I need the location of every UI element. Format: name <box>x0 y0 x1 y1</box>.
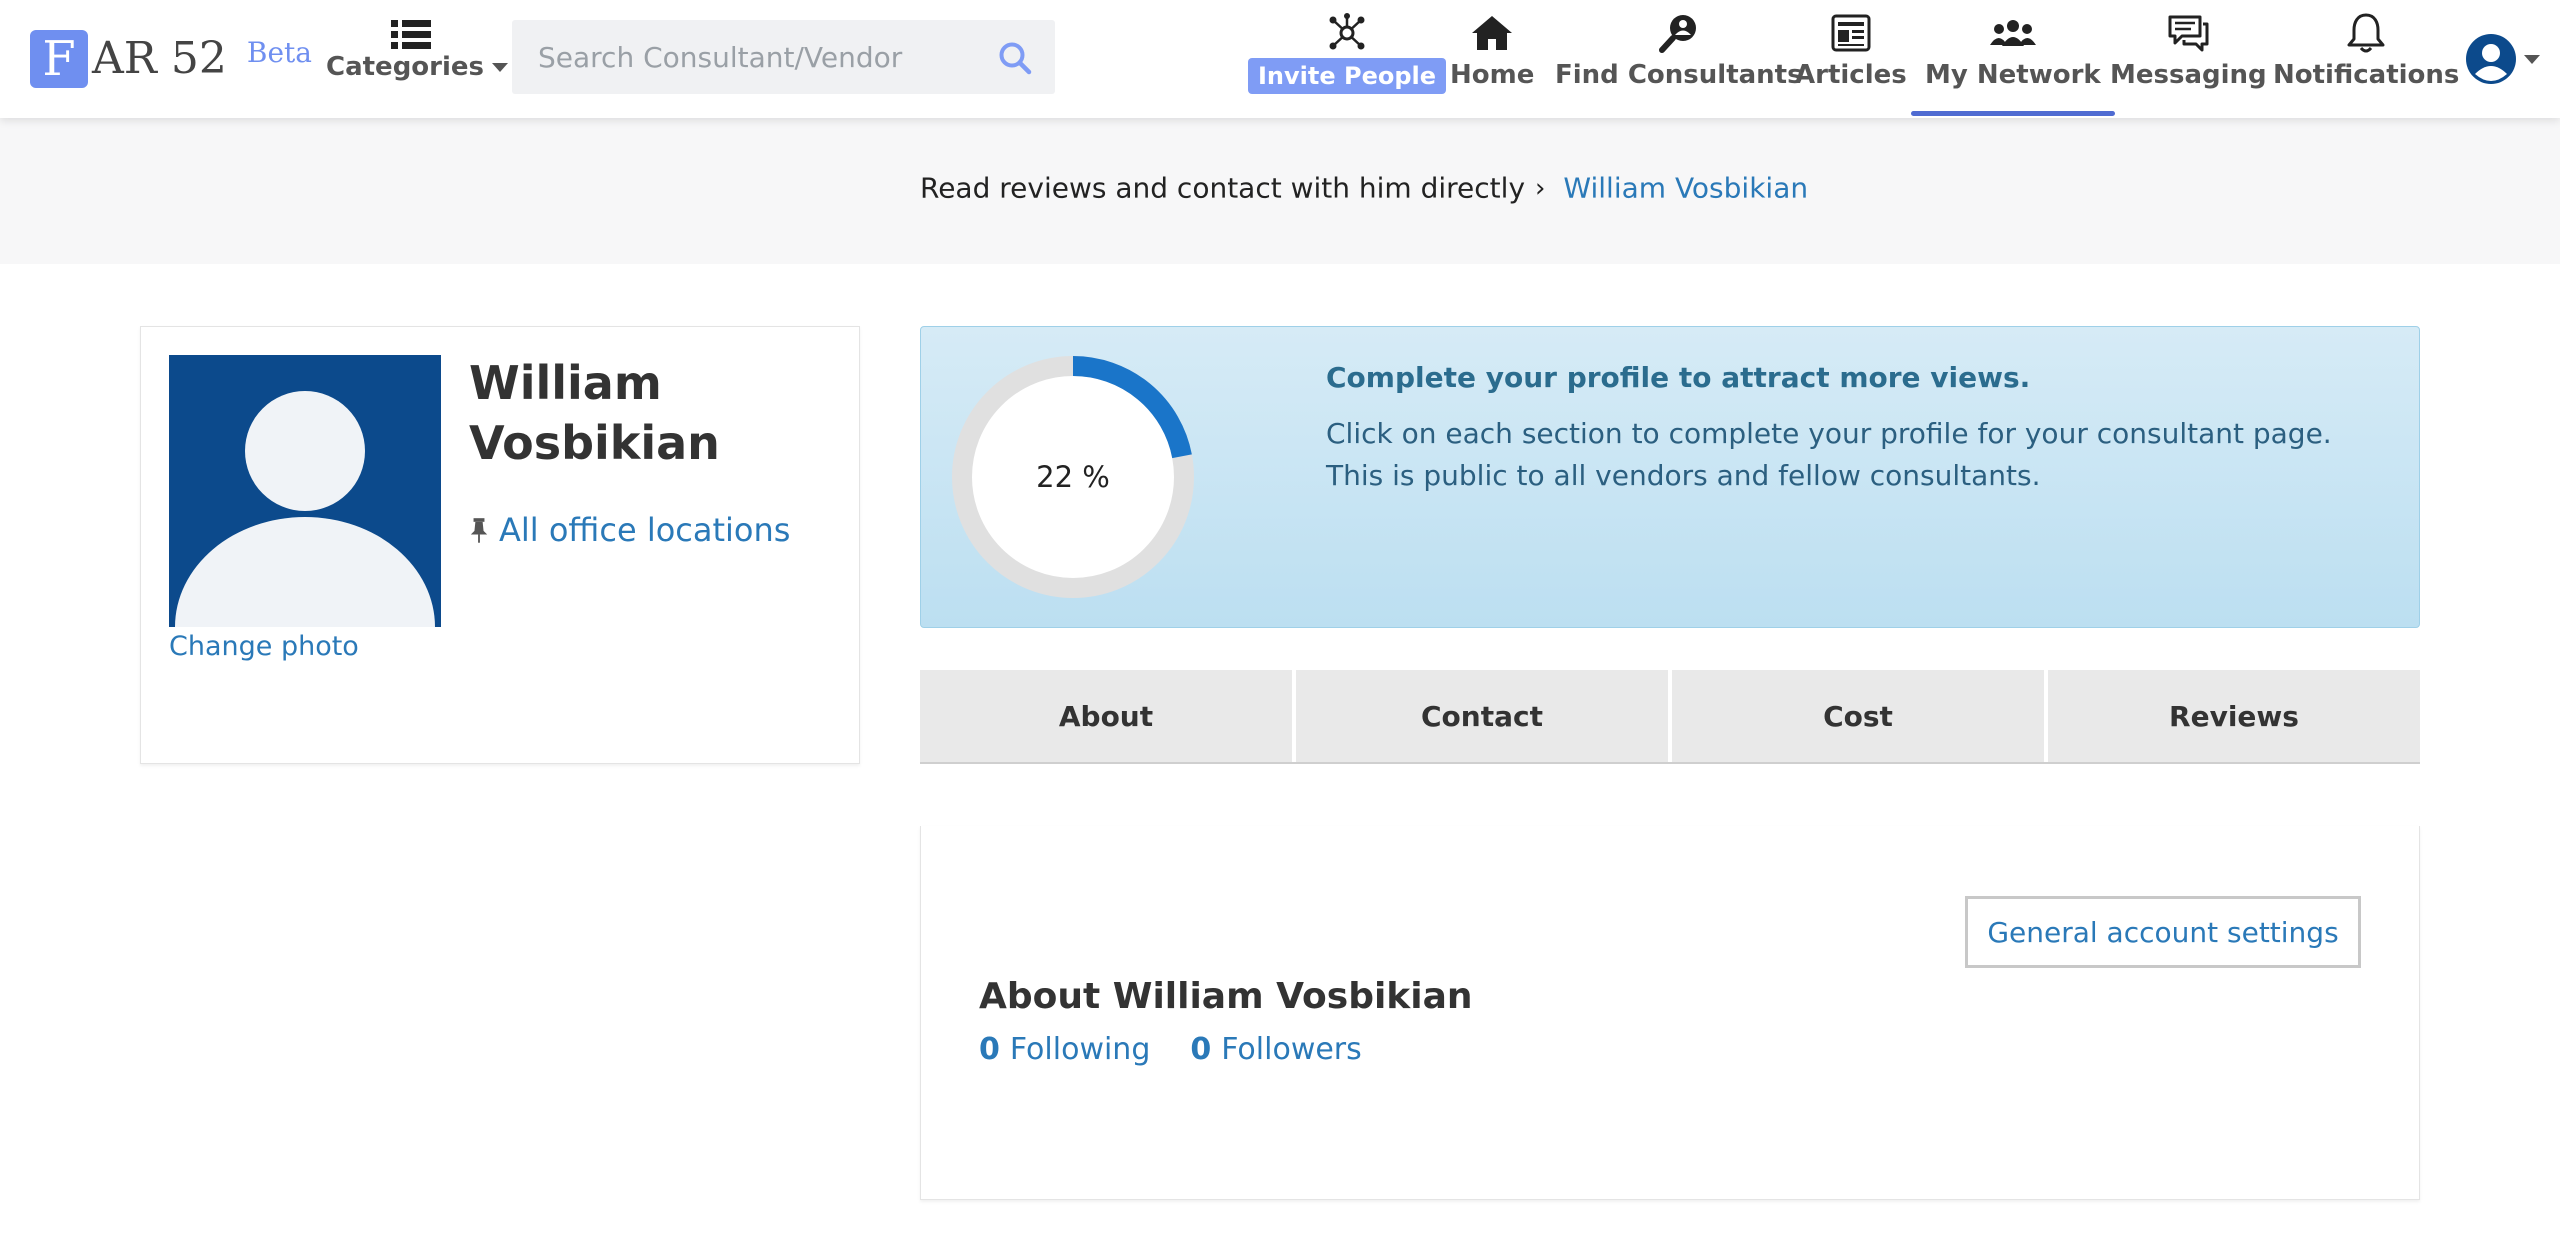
nav-my-network[interactable]: My Network <box>1911 12 2115 116</box>
general-account-settings-button[interactable]: General account settings <box>1965 896 2361 968</box>
people-icon <box>1989 20 2036 46</box>
profile-name: William Vosbikian <box>469 356 720 470</box>
following-link[interactable]: 0 Following <box>979 1032 1150 1067</box>
follow-stats: 0 Following 0 Followers <box>979 1032 1402 1067</box>
profile-card: Change photo William Vosbikian All offic… <box>140 326 860 764</box>
change-photo-link[interactable]: Change photo <box>169 631 359 662</box>
chat-icon <box>2168 15 2209 52</box>
nav-messaging[interactable]: Messaging <box>2110 12 2267 112</box>
user-account-menu[interactable] <box>2466 34 2540 84</box>
pin-icon <box>470 518 488 543</box>
nav-notifications[interactable]: Notifications <box>2273 12 2459 112</box>
tab-about[interactable]: About <box>920 670 1296 762</box>
newspaper-icon <box>1831 14 1871 52</box>
followers-link[interactable]: 0 Followers <box>1190 1032 1361 1067</box>
home-icon <box>1472 16 1513 50</box>
breadcrumb-band: Read reviews and contact with him direct… <box>0 118 2560 264</box>
tab-contact[interactable]: Contact <box>1296 670 1672 762</box>
caret-down-icon <box>492 63 509 72</box>
completion-percent: 22 % <box>1036 460 1110 494</box>
following-label: Following <box>1009 1032 1151 1067</box>
list-icon <box>391 20 431 49</box>
completion-title: Complete your profile to attract more vi… <box>1326 361 2031 394</box>
about-section: General account settings About William V… <box>920 826 2420 1200</box>
profile-photo[interactable] <box>169 355 441 627</box>
search-input[interactable] <box>512 20 972 94</box>
invite-people-label: Invite People <box>1248 58 1447 94</box>
tab-reviews[interactable]: Reviews <box>2048 670 2420 762</box>
caret-down-icon <box>2524 54 2540 64</box>
tab-cost[interactable]: Cost <box>1672 670 2048 762</box>
search-icon[interactable] <box>997 40 1033 76</box>
nav-my-network-label: My Network <box>1925 60 2101 90</box>
logo-letter: F <box>30 30 88 88</box>
default-avatar-icon <box>175 391 435 627</box>
logo-text: AR 52 <box>92 33 227 84</box>
following-count: 0 <box>979 1032 1000 1067</box>
bell-icon <box>2347 13 2385 53</box>
categories-label: Categories <box>326 52 509 82</box>
profile-completion-panel: 22 % Complete your profile to attract mo… <box>920 326 2420 628</box>
network-hub-icon <box>1329 13 1365 50</box>
nav-messaging-label: Messaging <box>2110 60 2267 90</box>
nav-notifications-label: Notifications <box>2273 60 2460 90</box>
nav-invite-people[interactable]: Invite People <box>1248 12 1447 112</box>
office-locations-link[interactable]: All office locations <box>469 511 790 549</box>
breadcrumb-current-link[interactable]: William Vosbikian <box>1563 172 1808 205</box>
find-consultant-icon <box>1658 15 1696 53</box>
beta-label: Beta <box>246 36 312 69</box>
chevron-right-icon: › <box>1535 173 1546 203</box>
nav-articles-label: Articles <box>1795 60 1907 90</box>
followers-label: Followers <box>1221 1032 1362 1067</box>
categories-menu[interactable]: Categories <box>326 18 509 82</box>
nav-find-consultants-label: Find Consultants <box>1555 60 1803 90</box>
top-navigation-bar: F AR 52 Beta Categories Search Consultan… <box>0 0 2560 118</box>
user-avatar-icon <box>2466 34 2516 84</box>
completion-description: Click on each section to complete your p… <box>1326 417 2332 492</box>
about-title: About William Vosbikian <box>979 976 1473 1017</box>
followers-count: 0 <box>1190 1032 1212 1067</box>
nav-home[interactable]: Home <box>1450 12 1534 112</box>
nav-find-consultants[interactable]: Find Consultants <box>1555 12 1803 112</box>
search-box <box>512 20 1055 94</box>
nav-articles[interactable]: Articles <box>1795 12 1907 112</box>
office-locations-label: All office locations <box>499 511 791 549</box>
profile-tabs: About Contact Cost Reviews <box>920 670 2420 764</box>
breadcrumb: Read reviews and contact with him direct… <box>920 172 1808 205</box>
breadcrumb-text: Read reviews and contact with him direct… <box>920 171 1526 205</box>
nav-home-label: Home <box>1450 60 1535 90</box>
far52-logo[interactable]: F AR 52 Beta <box>30 30 312 88</box>
